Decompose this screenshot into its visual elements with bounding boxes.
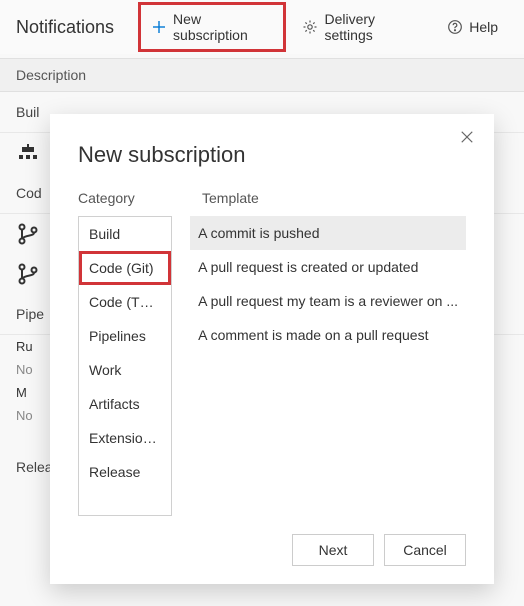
category-item-code-git[interactable]: Code (Git) (79, 251, 171, 285)
delivery-settings-label: Delivery settings (324, 11, 421, 43)
toolbar: Notifications New subscription Delivery … (0, 0, 524, 54)
columns-body: Build Code (Git) Code (TFVC) Pipelines W… (78, 216, 466, 516)
category-item-pipelines[interactable]: Pipelines (79, 319, 171, 353)
columns-header: Category Template (78, 190, 466, 206)
category-item-code-tfvc[interactable]: Code (TFVC) (79, 285, 171, 319)
git-branch-icon (16, 222, 40, 246)
category-item-work[interactable]: Work (79, 353, 171, 387)
category-list: Build Code (Git) Code (TFVC) Pipelines W… (78, 216, 172, 516)
template-list: A commit is pushed A pull request is cre… (190, 216, 466, 516)
template-item[interactable]: A comment is made on a pull request (190, 318, 466, 352)
category-item-extension[interactable]: Extension ... (79, 421, 171, 455)
next-button[interactable]: Next (292, 534, 374, 566)
build-icon (16, 141, 40, 165)
template-item[interactable]: A pull request my team is a reviewer on … (190, 284, 466, 318)
gear-icon (302, 19, 318, 35)
template-item[interactable]: A commit is pushed (190, 216, 466, 250)
delivery-settings-button[interactable]: Delivery settings (292, 5, 431, 49)
new-subscription-button[interactable]: New subscription (138, 2, 286, 52)
new-subscription-label: New subscription (173, 11, 273, 43)
plus-icon (151, 19, 167, 35)
template-item[interactable]: A pull request is created or updated (190, 250, 466, 284)
page-title: Notifications (16, 17, 114, 38)
template-column-label: Template (202, 190, 259, 206)
category-item-artifacts[interactable]: Artifacts (79, 387, 171, 421)
cancel-button[interactable]: Cancel (384, 534, 466, 566)
help-label: Help (469, 19, 498, 35)
category-item-release[interactable]: Release (79, 455, 171, 489)
category-item-build[interactable]: Build (79, 217, 171, 251)
category-column-label: Category (78, 190, 182, 206)
git-branch-icon (16, 262, 40, 286)
help-button[interactable]: Help (437, 13, 508, 41)
new-subscription-dialog: New subscription Category Template Build… (50, 114, 494, 584)
help-icon (447, 19, 463, 35)
dialog-footer: Next Cancel (78, 516, 466, 566)
list-column-header: Description (0, 58, 524, 92)
dialog-title: New subscription (78, 142, 466, 168)
close-button[interactable] (460, 130, 476, 146)
